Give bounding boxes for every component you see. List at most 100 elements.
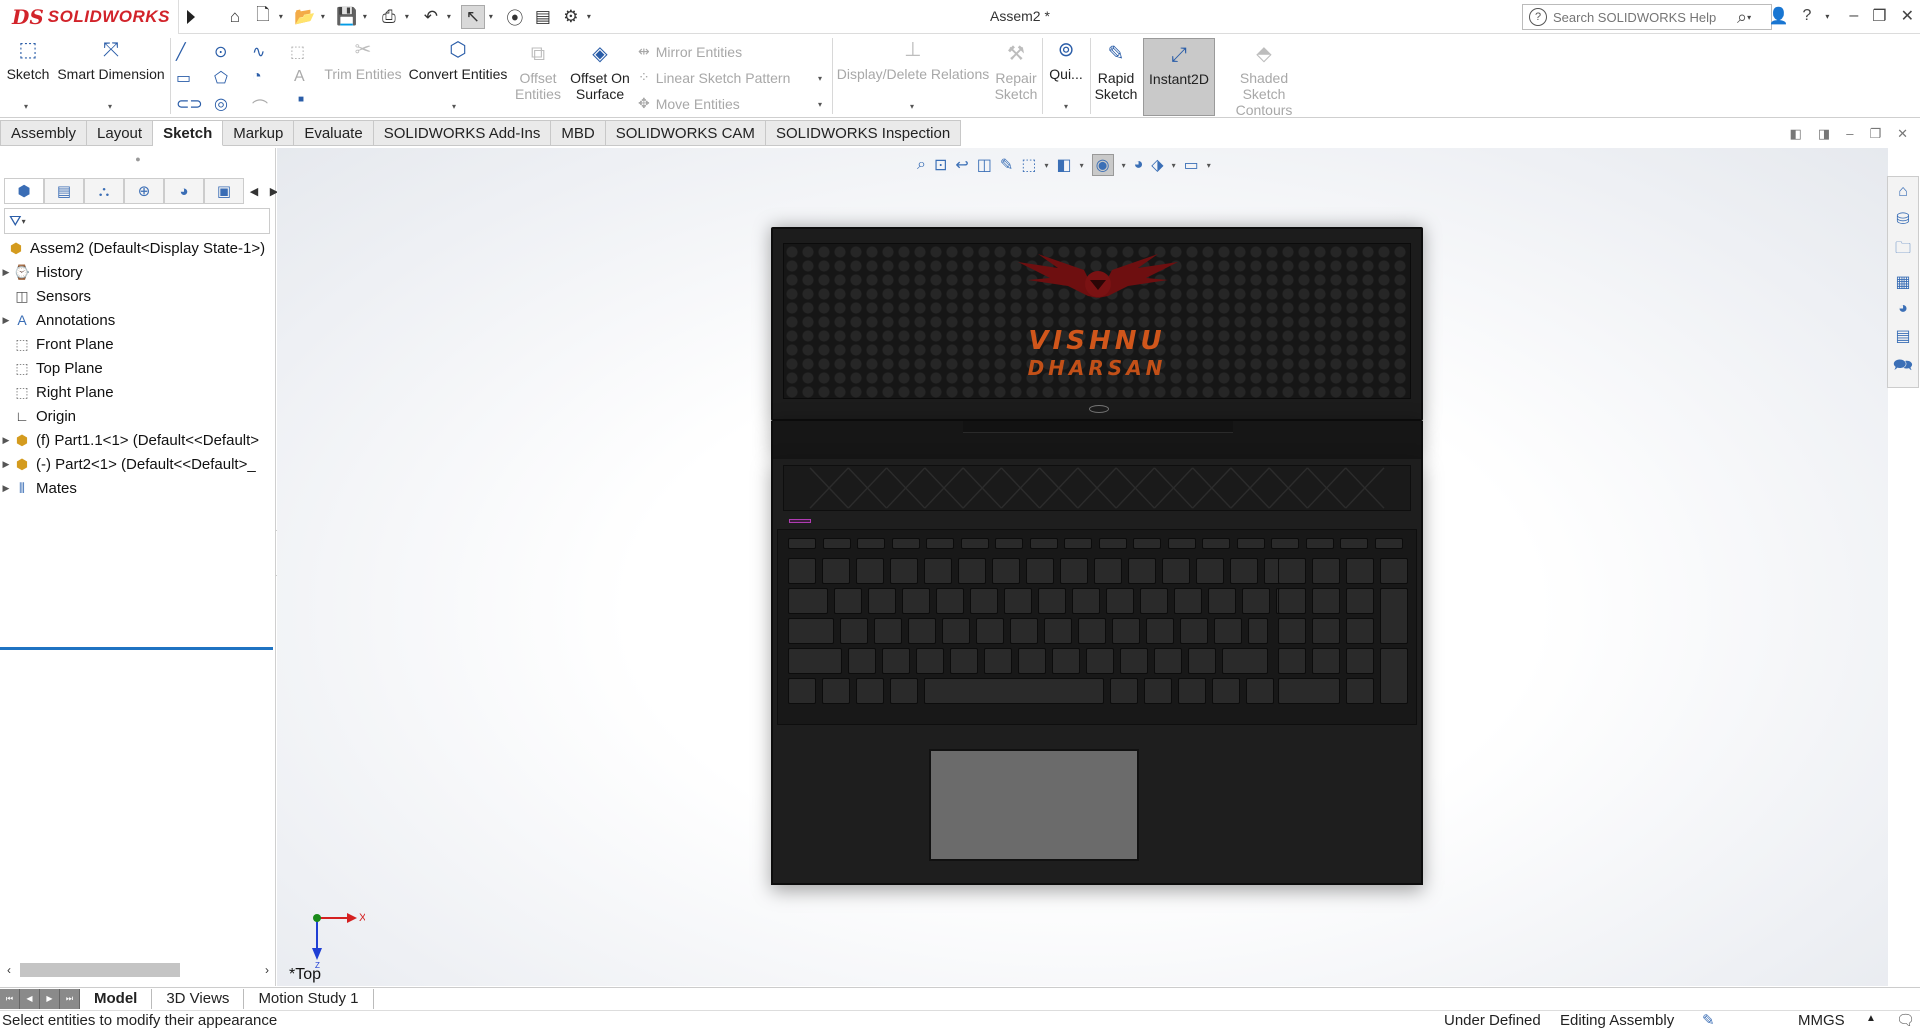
next-tab-icon[interactable]: ▶ (40, 988, 60, 1009)
scroll-thumb[interactable] (20, 963, 180, 977)
linear-sketch-pattern-button[interactable]: ⁘ Linear Sketch Pattern (638, 69, 790, 86)
doc-close-icon[interactable]: ✕ (1897, 126, 1908, 142)
slot-icon[interactable]: ⊂⊃ (176, 94, 203, 114)
filter-icon[interactable]: ⛛ (9, 213, 22, 230)
tree-item-mates[interactable]: ▶ ⫴ Mates (0, 476, 276, 500)
feature-manager-tree-icon[interactable]: ⬢ (4, 178, 44, 204)
undo-icon[interactable]: ↶ (419, 5, 443, 29)
expand-arrow-icon[interactable]: ▶ (0, 459, 12, 470)
tile-left-icon[interactable]: ◧ (1790, 126, 1802, 142)
display-style-icon[interactable]: ◧ (1056, 155, 1071, 175)
panel-grip-icon[interactable]: ● (0, 148, 276, 170)
help-search-input[interactable] (1553, 9, 1733, 25)
previous-view-icon[interactable]: ↩ (955, 155, 968, 175)
units-menu-icon[interactable]: ▲ (1866, 1013, 1876, 1024)
home-icon[interactable]: ⌂ (223, 5, 247, 29)
custom-properties-icon[interactable]: ▤ (1895, 326, 1910, 346)
doc-restore-icon[interactable]: ❐ (1869, 126, 1881, 142)
move-entities-button[interactable]: ✥ Move Entities (638, 95, 740, 112)
edit-appearance-icon[interactable]: ◕ (1134, 156, 1144, 174)
convert-dropdown-icon[interactable]: ▾ (452, 102, 456, 111)
bottom-tab-model[interactable]: Model (80, 988, 153, 1009)
tab-markup[interactable]: Markup (223, 120, 295, 146)
expand-arrow-icon[interactable]: ▶ (0, 435, 12, 446)
filter-dropdown-icon[interactable]: ▾ (22, 217, 26, 226)
cam-manager-icon[interactable]: ▣ (204, 178, 244, 204)
hide-show-dropdown-icon[interactable]: ▾ (1122, 161, 1126, 170)
tabs-scroll-left-icon[interactable]: ◀ (244, 178, 264, 204)
apply-scene-icon[interactable]: ⬗ (1151, 155, 1163, 175)
smart-dimension-button[interactable]: ⤧ Smart Dimension (56, 40, 166, 82)
view-palette-icon[interactable]: ▦ (1895, 272, 1910, 292)
polygon-icon[interactable]: ⬠ (214, 68, 228, 88)
tree-item-history[interactable]: ▶ ⌚ History (0, 260, 276, 284)
bottom-tab-motion-study-1[interactable]: Motion Study 1 (244, 988, 374, 1009)
print-dropdown-icon[interactable]: ▾ (405, 12, 415, 21)
tab-solidworks-cam[interactable]: SOLIDWORKS CAM (605, 120, 766, 146)
forum-icon[interactable]: 🗪 (1893, 354, 1913, 381)
laptop-model[interactable]: VISHNU DHARSAN (771, 227, 1423, 885)
offset-on-surface-button[interactable]: ◈ Offset On Surface (568, 44, 632, 102)
rebuild-icon[interactable]: ✎ (1702, 1011, 1715, 1029)
mirror-entities-button[interactable]: ⇹ Mirror Entities (638, 43, 742, 60)
search-icon[interactable]: ⌕ (1737, 7, 1747, 28)
view-settings-icon[interactable]: ▭ (1184, 155, 1199, 175)
view-settings-dropdown-icon[interactable]: ▾ (1207, 161, 1211, 170)
tree-horizontal-scrollbar[interactable]: ‹ › (0, 960, 276, 980)
graphics-area[interactable]: ⌕ ⊡ ↩ ◫ ✎ ⬚ ▾ ◧ ▾ ◉ ▾ ◕ ⬗ ▾ ▭ ▾ VISHNU DHARSA… (277, 148, 1888, 986)
select-dropdown-icon[interactable]: ▾ (489, 12, 499, 21)
file-explorer-icon[interactable]: 🗀 (1895, 237, 1911, 264)
tree-filter-box[interactable]: ⛛ ▾ (4, 208, 270, 234)
tab-solidworks-inspection[interactable]: SOLIDWORKS Inspection (765, 120, 962, 146)
open-folder-icon[interactable]: 📂 (293, 5, 317, 29)
close-icon[interactable]: ✕ (1901, 6, 1914, 26)
tree-item-origin[interactable]: ∟ Origin (0, 404, 276, 428)
tree-item-front-plane[interactable]: ⬚ Front Plane (0, 332, 276, 356)
options-gear-icon[interactable]: ⚙ (559, 5, 583, 29)
configuration-manager-icon[interactable]: ⛬ (84, 178, 124, 204)
design-library-icon[interactable]: ⛁ (1896, 209, 1909, 229)
tab-solidworks-add-ins[interactable]: SOLIDWORKS Add-Ins (373, 120, 552, 146)
sketch-button[interactable]: ⬚ Sketch (6, 40, 50, 82)
trim-entities-button[interactable]: ✂ Trim Entities (322, 40, 404, 82)
dimxpert-manager-icon[interactable]: ⊕ (124, 178, 164, 204)
tree-rollback-bar[interactable] (0, 647, 273, 650)
restore-icon[interactable]: ❐ (1872, 6, 1886, 26)
shaded-sketch-contours-button[interactable]: ⬘ Shaded Sketch Contours (1218, 44, 1310, 118)
appearances-icon[interactable]: ◕ (1898, 300, 1908, 318)
scroll-right-icon[interactable]: › (258, 963, 276, 977)
open-dropdown-icon[interactable]: ▾ (321, 12, 331, 21)
line-icon[interactable]: ╱ (176, 42, 186, 62)
tab-mbd[interactable]: MBD (551, 120, 606, 146)
traffic-light-icon[interactable]: ⦿ (503, 5, 527, 29)
last-tab-icon[interactable]: ⏭ (60, 988, 80, 1009)
select-cursor-icon[interactable]: ↖ (460, 4, 485, 29)
unit-system[interactable]: MMGS (1798, 1012, 1845, 1029)
relations-dropdown-icon[interactable]: ▾ (910, 102, 914, 111)
tab-assembly[interactable]: Assembly (0, 120, 88, 146)
rectangle-icon[interactable]: ▭ (176, 68, 191, 88)
rapid-sketch-button[interactable]: ✎ Rapid Sketch (1094, 44, 1138, 102)
feedback-icon[interactable]: 🗨 (1896, 1011, 1915, 1029)
options-dropdown-icon[interactable]: ▾ (587, 12, 597, 21)
chamfer-icon[interactable]: ⌒ (252, 94, 268, 118)
sketch-dropdown-icon[interactable]: ▾ (24, 102, 28, 111)
laptop-lid[interactable]: VISHNU DHARSAN (771, 227, 1423, 421)
point-icon[interactable]: ■ (298, 94, 304, 105)
repair-sketch-button[interactable]: ⚒ Repair Sketch (994, 44, 1038, 102)
smart-dimension-dropdown-icon[interactable]: ▾ (108, 102, 112, 111)
quick-snaps-button[interactable]: ⊚ Qui... (1046, 40, 1086, 82)
doc-minimize-icon[interactable]: – (1846, 126, 1853, 142)
help-icon[interactable]: ? (1802, 7, 1811, 25)
tree-root-assembly[interactable]: ⬢ Assem2 (Default<Display State-1>) (0, 236, 276, 260)
scene-dropdown-icon[interactable]: ▾ (1172, 161, 1176, 170)
undo-dropdown-icon[interactable]: ▾ (447, 12, 457, 21)
expand-arrow-icon[interactable]: ▶ (0, 315, 12, 326)
tab-layout[interactable]: Layout (87, 120, 154, 146)
pattern-dropdown-icon[interactable]: ▾ (818, 74, 822, 83)
tree-item-part2-1-default-default[interactable]: ▶ ⬢ (-) Part2<1> (Default<<Default>_ (0, 452, 276, 476)
tab-evaluate[interactable]: Evaluate (294, 120, 374, 146)
save-dropdown-icon[interactable]: ▾ (363, 12, 373, 21)
display-delete-relations-button[interactable]: ⊥ Display/Delete Relations (836, 40, 990, 82)
prev-tab-icon[interactable]: ◀ (20, 988, 40, 1009)
